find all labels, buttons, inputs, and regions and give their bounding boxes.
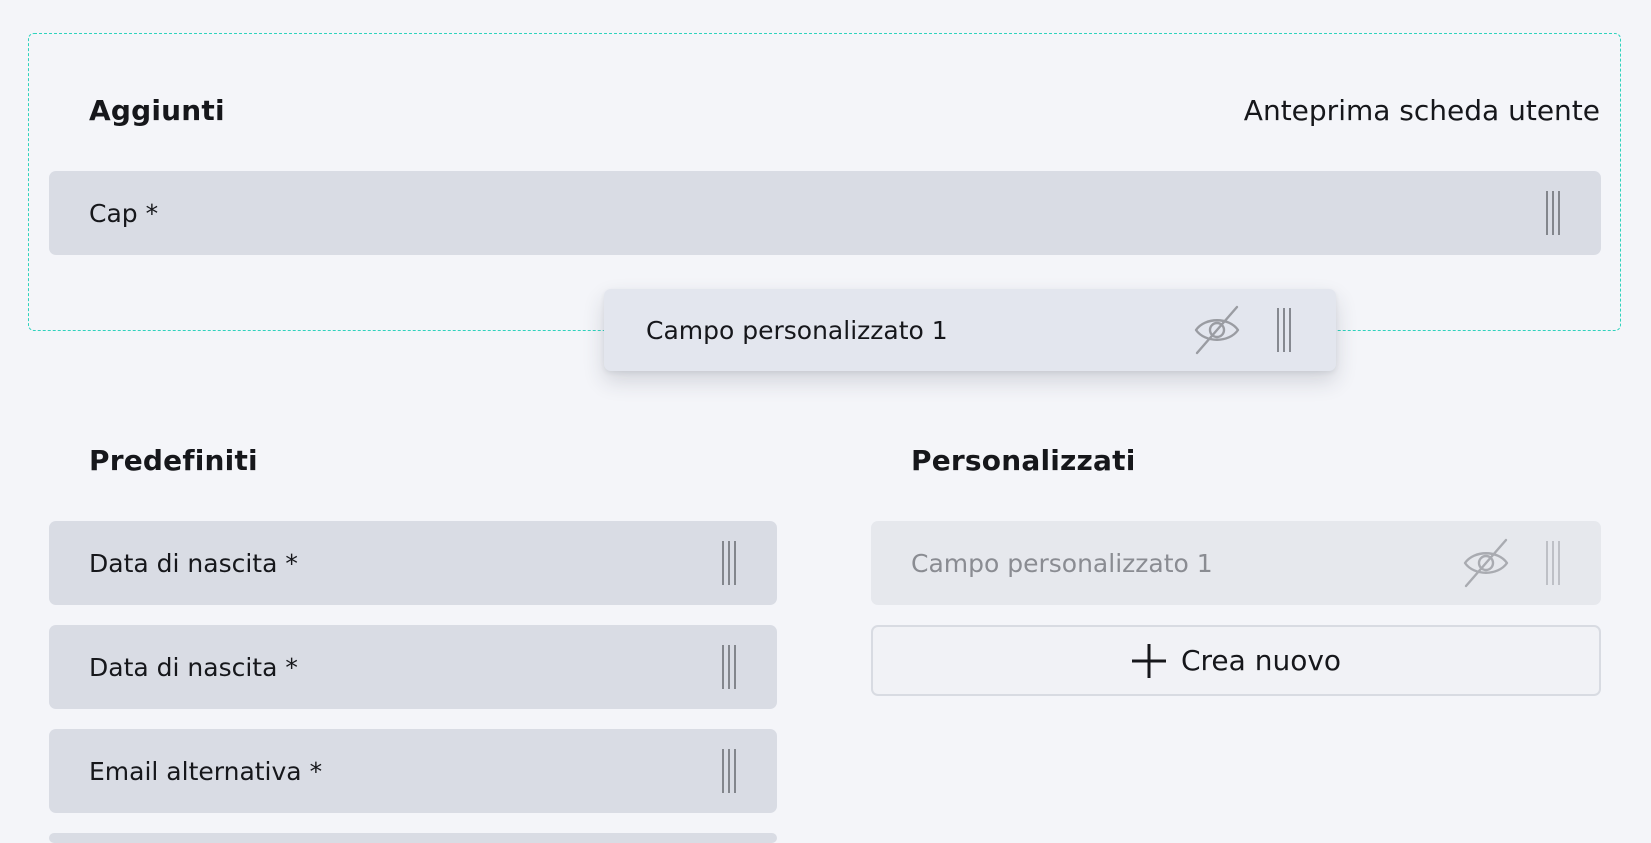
- field-label: Email alternativa *: [89, 756, 323, 786]
- predefined-section-title: Predefiniti: [89, 444, 258, 477]
- eye-off-icon[interactable]: [1192, 305, 1242, 355]
- field-label: Data di nascita *: [89, 652, 298, 682]
- field-label: Campo personalizzato 1: [911, 548, 1213, 578]
- drag-handle-icon[interactable]: [1545, 541, 1561, 585]
- field-label: Campo personalizzato 1: [646, 315, 948, 345]
- predefined-field-row[interactable]: Data di nascita *: [49, 625, 777, 709]
- drag-handle-icon[interactable]: [721, 749, 737, 793]
- added-field-row[interactable]: Cap *: [49, 171, 1601, 255]
- predefined-field-row[interactable]: [49, 833, 777, 843]
- create-new-button[interactable]: Crea nuovo: [871, 625, 1601, 696]
- field-label: Cap *: [89, 198, 159, 228]
- plus-icon: [1131, 643, 1167, 679]
- drag-handle-icon[interactable]: [721, 541, 737, 585]
- drag-handle-icon[interactable]: [721, 645, 737, 689]
- dragging-field-item[interactable]: Campo personalizzato 1: [604, 289, 1336, 371]
- user-card-preview-link[interactable]: Anteprima scheda utente: [1244, 94, 1600, 127]
- create-new-label: Crea nuovo: [1180, 644, 1342, 677]
- predefined-field-row[interactable]: Email alternativa *: [49, 729, 777, 813]
- drag-handle-icon[interactable]: [1276, 308, 1292, 352]
- custom-section-title: Personalizzati: [911, 444, 1136, 477]
- field-label: Data di nascita *: [89, 548, 298, 578]
- predefined-field-row[interactable]: Data di nascita *: [49, 521, 777, 605]
- added-section-title: Aggiunti: [89, 94, 225, 127]
- drag-handle-icon[interactable]: [1545, 191, 1561, 235]
- eye-off-icon[interactable]: [1461, 538, 1511, 588]
- custom-field-row[interactable]: Campo personalizzato 1: [871, 521, 1601, 605]
